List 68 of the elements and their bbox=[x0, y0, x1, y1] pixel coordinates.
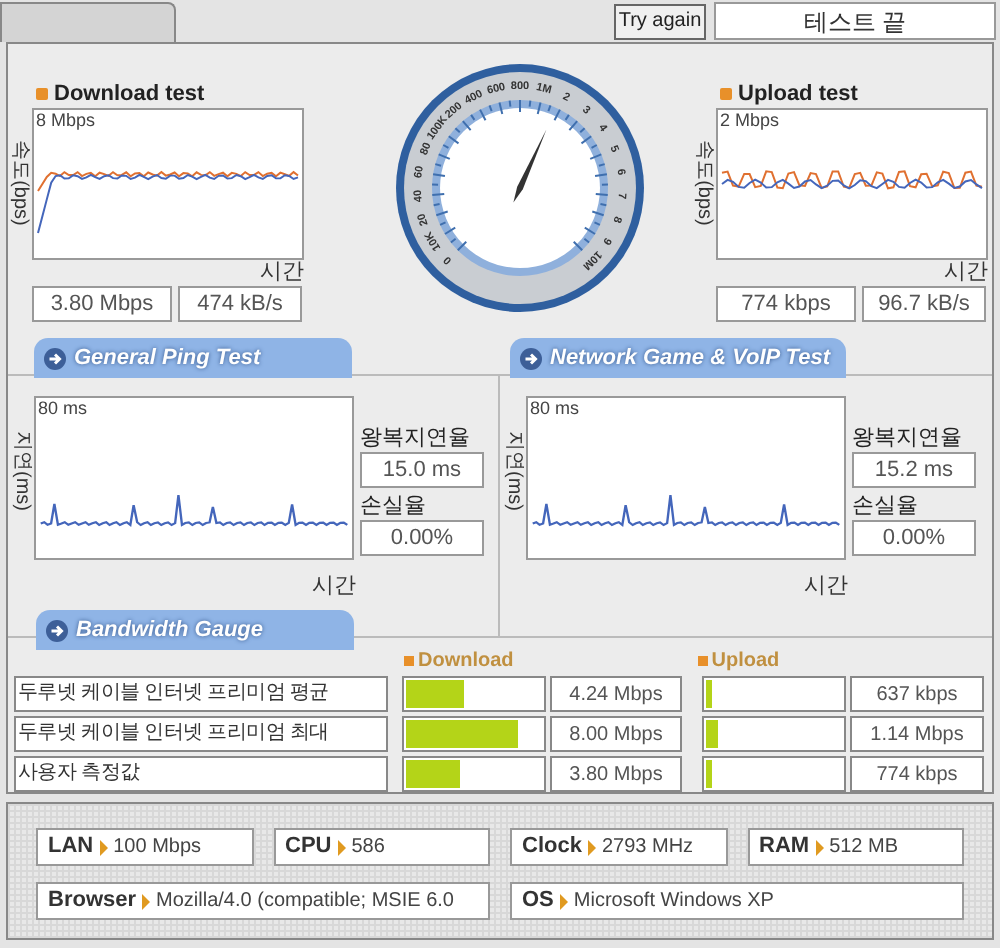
section-title: Upload test bbox=[738, 79, 858, 110]
value-field: 4.24 Mbps bbox=[550, 676, 682, 712]
info-label: CPU bbox=[285, 832, 332, 863]
arrow-icon bbox=[99, 839, 108, 855]
field-label: 손실율 bbox=[852, 492, 920, 520]
row-label: 사용자 측정값 bbox=[14, 756, 388, 792]
value-field: 96.7 kB/s bbox=[862, 286, 986, 322]
axis-label: 시간 bbox=[258, 260, 306, 286]
value-field: 3.80 Mbps bbox=[32, 286, 172, 322]
value-field: 774 kbps bbox=[716, 286, 856, 322]
row-label: 두루넷 케이블 인터넷 프리미엄 최대 bbox=[14, 716, 388, 752]
info-label: RAM bbox=[759, 832, 810, 863]
info-label: Browser bbox=[48, 886, 137, 917]
bullet-icon bbox=[697, 655, 708, 665]
arrow-icon bbox=[44, 347, 66, 369]
arrow-icon bbox=[559, 893, 568, 909]
info-value: 2793 MHz bbox=[601, 834, 694, 862]
arrow-icon bbox=[337, 839, 346, 855]
info-value: Mozilla/4.0 (compatible; MSIE 6.0 bbox=[156, 888, 454, 916]
scale-label: 8 Mbps bbox=[36, 112, 96, 130]
bullet-icon bbox=[36, 88, 48, 100]
arrow-icon bbox=[520, 347, 542, 369]
axis-label: 속도(bps) bbox=[7, 138, 33, 230]
info-value: 586 bbox=[351, 834, 385, 862]
info-label: OS bbox=[522, 886, 554, 917]
value-field: 15.0 ms bbox=[360, 452, 484, 488]
scale-label: 80 ms bbox=[38, 400, 88, 418]
value-field: 0.00% bbox=[360, 520, 484, 556]
value-field: 0.00% bbox=[852, 520, 976, 556]
axis-label: 지연(ms) bbox=[9, 429, 35, 515]
value-field: 474 kB/s bbox=[178, 286, 302, 322]
axis-label: 시간 bbox=[804, 574, 848, 598]
section-tab[interactable]: General Ping Test bbox=[34, 338, 352, 378]
value-field: 774 kbps bbox=[850, 756, 984, 792]
arrow-icon bbox=[815, 839, 824, 855]
section-title: Download test bbox=[54, 79, 205, 110]
row-label: 두루넷 케이블 인터넷 프리미엄 평균 bbox=[14, 676, 388, 712]
section-tab[interactable]: Network Game & VoIP Test bbox=[510, 338, 846, 378]
arrow-icon bbox=[46, 619, 68, 641]
axis-label: 지연(ms) bbox=[501, 429, 527, 515]
section-tab[interactable]: Bandwidth Gauge bbox=[36, 610, 354, 650]
axis-label: 시간 bbox=[312, 574, 356, 598]
axis-label: 속도(bps) bbox=[691, 138, 717, 230]
arrow-icon bbox=[587, 839, 596, 855]
value-field: 3.80 Mbps bbox=[550, 756, 682, 792]
info-label: LAN bbox=[48, 832, 94, 863]
info-value: 512 MB bbox=[829, 834, 899, 862]
bullet-icon bbox=[720, 88, 732, 100]
field-label: 왕복지연율 bbox=[360, 424, 472, 452]
value-field: 637 kbps bbox=[850, 676, 984, 712]
field-label: 손실율 bbox=[360, 492, 428, 520]
status-field: 테스트 끝 bbox=[714, 2, 996, 40]
info-value: Microsoft Windows XP bbox=[573, 888, 774, 916]
value-field: 1.14 Mbps bbox=[850, 716, 984, 752]
scale-label: 80 ms bbox=[530, 400, 580, 418]
bullet-icon bbox=[404, 655, 414, 665]
value-field: 15.2 ms bbox=[852, 452, 976, 488]
try-again-button[interactable]: Try again bbox=[614, 4, 706, 40]
axis-label: 시간 bbox=[942, 260, 990, 286]
column-header: Upload bbox=[711, 647, 780, 675]
field-label: 왕복지연율 bbox=[852, 424, 964, 452]
scale-label: 2 Mbps bbox=[720, 112, 780, 130]
value-field: 8.00 Mbps bbox=[550, 716, 682, 752]
column-header: Download bbox=[418, 647, 514, 675]
arrow-icon bbox=[142, 893, 151, 909]
info-value: 100 Mbps bbox=[113, 834, 202, 862]
window-tab[interactable] bbox=[0, 2, 176, 42]
info-label: Clock bbox=[522, 832, 582, 863]
